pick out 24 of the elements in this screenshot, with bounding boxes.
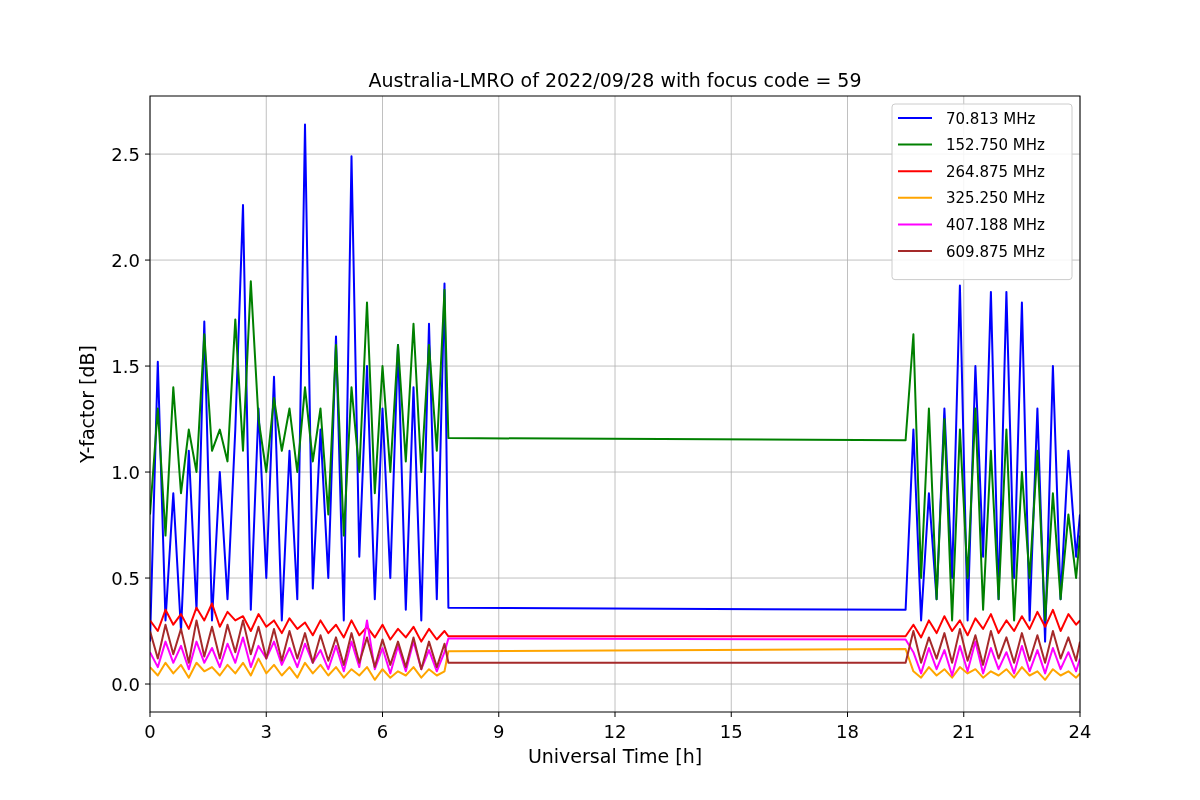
x-tick-label: 21 bbox=[952, 721, 976, 742]
x-tick-label: 6 bbox=[376, 721, 389, 742]
y-tick-label: 0.5 bbox=[111, 567, 140, 589]
x-tick-label: 24 bbox=[1068, 721, 1092, 742]
y-tick-label: 2.0 bbox=[111, 249, 140, 271]
chart-title: Australia-LMRO of 2022/09/28 with focus code = 59 bbox=[368, 69, 862, 91]
x-tick-label: 18 bbox=[836, 721, 859, 742]
x-tick-label: 12 bbox=[603, 721, 627, 742]
y-axis-label: Y-factor [dB] bbox=[76, 345, 98, 463]
legend-label: 152.750 MHz bbox=[946, 136, 1045, 155]
x-tick-label: 3 bbox=[260, 721, 272, 742]
legend-label: 264.875 MHz bbox=[946, 162, 1045, 181]
y-tick-label: 1.0 bbox=[111, 461, 140, 483]
legend-label: 609.875 MHz bbox=[946, 242, 1045, 261]
legend-label: 70.813 MHz bbox=[946, 109, 1036, 128]
x-axis-label: Universal Time [h] bbox=[527, 745, 703, 767]
y-tick-label: 0.0 bbox=[111, 673, 140, 695]
y-tick-label: 2.5 bbox=[111, 143, 140, 165]
x-tick-label: 15 bbox=[719, 721, 743, 742]
x-tick-label: 9 bbox=[493, 721, 505, 742]
legend-label: 407.188 MHz bbox=[946, 215, 1045, 234]
legend-label: 325.250 MHz bbox=[946, 189, 1045, 208]
x-tick-label: 0 bbox=[144, 721, 156, 742]
y-tick-label: 1.5 bbox=[111, 355, 140, 377]
